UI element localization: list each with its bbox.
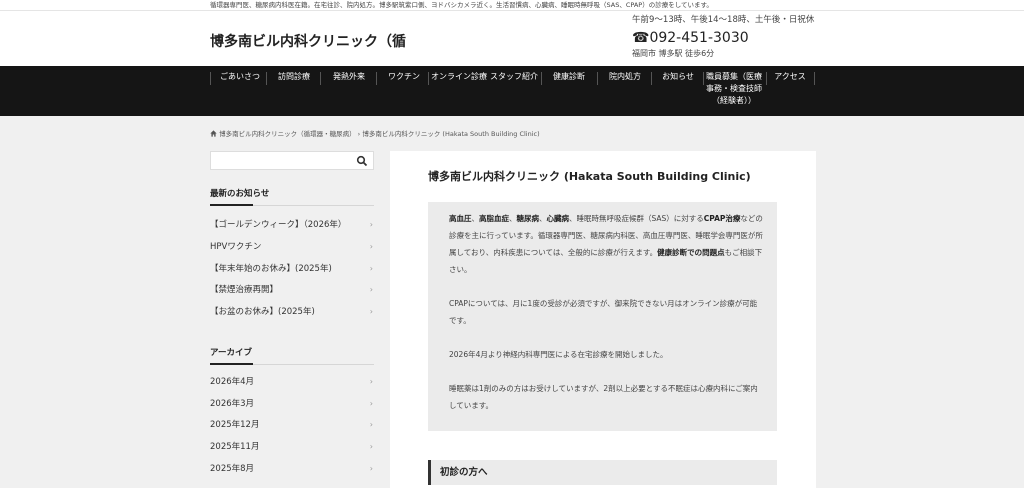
chevron-right-icon: › <box>369 242 373 251</box>
nav-divider <box>428 72 429 85</box>
archive-heading: アーカイブ <box>210 348 252 358</box>
phone-label: 092-451-3030 <box>649 30 749 46</box>
nav-item-in-house-pharmacy[interactable]: 院内処方 <box>604 71 646 83</box>
top-bar-text: 循環器専門医、糖尿病内科医在籍。在宅往診、院内処方。博多駅筑紫口側、ヨドバシカメ… <box>0 0 1024 11</box>
nav-item-fever-clinic[interactable]: 発熱外来 <box>328 71 370 83</box>
intro-text: 、 <box>539 214 547 223</box>
sidebar: 最新のお知らせ 【ゴールデンウィーク】（2026年） › HPVワクチン › 【年末… <box>210 151 374 474</box>
search-icon[interactable] <box>356 155 368 167</box>
nav-item-vaccine[interactable]: ワクチン <box>384 71 424 83</box>
nav-divider <box>266 72 267 85</box>
nav-divider <box>651 72 652 85</box>
nav-item-staff[interactable]: スタッフ紹介 <box>488 71 540 83</box>
chevron-right-icon: › <box>369 307 373 316</box>
breadcrumb-home-link[interactable]: 博多南ビル内科クリニック（循環器・糖尿病） <box>219 130 356 138</box>
intro-paragraph: 高血圧、高脂血症、糖尿病、心臓病、睡眠時無呼吸症候群（SAS）に対するCPAP治… <box>449 210 763 278</box>
news-item[interactable]: 【ゴールデンウィーク】（2026年） › <box>210 216 374 234</box>
breadcrumb: 博多南ビル内科クリニック（循環器・糖尿病） › 博多南ビル内科クリニック (Ha… <box>210 128 540 138</box>
keyword-hypertension: 高血圧 <box>449 214 472 223</box>
chevron-right-icon: › <box>369 399 373 408</box>
news-item-label: 【ゴールデンウィーク】（2026年） <box>210 220 347 230</box>
chevron-right-icon: › <box>369 264 373 273</box>
keyword-diabetes: 糖尿病 <box>516 214 540 223</box>
site-title[interactable]: 博多南ビル内科クリニック（循 <box>210 31 406 51</box>
breadcrumb-separator: › <box>357 130 361 138</box>
intro-text: 、睡眠時無呼吸症候群（SAS）に対する <box>569 214 704 223</box>
archive-item-label: 2026年4月 <box>210 377 255 387</box>
nav-item-access[interactable]: アクセス <box>770 71 810 83</box>
nav-divider <box>703 72 704 85</box>
page-title: 博多南ビル内科クリニック (Hakata South Building Clin… <box>428 170 751 183</box>
keyword-cpap: CPAP治療 <box>703 214 741 223</box>
news-item-label: HPVワクチン <box>210 242 262 252</box>
archive-item-label: 2025年12月 <box>210 420 260 430</box>
archive-item[interactable]: 2026年3月 › <box>210 395 374 413</box>
phone-icon: ☎ <box>632 30 650 46</box>
search-input[interactable] <box>210 151 374 170</box>
chevron-right-icon: › <box>369 377 373 386</box>
news-item[interactable]: 【年末年始のお休み】(2025年) › <box>210 260 374 278</box>
archive-item-label: 2025年8月 <box>210 464 255 474</box>
nav-item-greeting[interactable]: ごあいさつ <box>218 71 262 83</box>
chevron-right-icon: › <box>369 420 373 429</box>
neurology-paragraph: 2026年4月より神経内科専門医による在宅診療を開始しました。 <box>449 350 668 359</box>
archive-item-label: 2025年11月 <box>210 442 260 452</box>
chevron-right-icon: › <box>369 220 373 229</box>
nav-divider <box>541 72 542 85</box>
address: 福岡市 博多駅 徒歩6分 <box>632 49 715 58</box>
news-item-label: 【お盆のお休み】(2025年) <box>210 307 315 317</box>
nav-divider <box>766 72 767 85</box>
nav-divider <box>376 72 377 85</box>
nav-item-home-visit[interactable]: 訪問診療 <box>273 71 315 83</box>
archive-item-label: 2026年3月 <box>210 399 255 409</box>
archive-item[interactable]: 2025年8月 › <box>210 460 374 478</box>
archive-item[interactable]: 2025年11月 › <box>210 438 374 456</box>
keyword-heart-disease: 心臓病 <box>546 214 570 223</box>
intro-box: 高血圧、高脂血症、糖尿病、心臓病、睡眠時無呼吸症候群（SAS）に対するCPAP治… <box>428 202 777 431</box>
archive-item[interactable]: 2026年4月 › <box>210 373 374 391</box>
nav-divider <box>597 72 598 85</box>
intro-text: 、 <box>471 214 480 223</box>
news-item-label: 【禁煙治療再開】 <box>210 285 279 295</box>
nav-divider <box>320 72 321 85</box>
header-info: 午前9～13時、午後14～18時、土午後・日祝休 ☎092-451-3030 福… <box>632 15 814 59</box>
nav-divider <box>814 72 815 85</box>
header: 博多南ビル内科クリニック（循 午前9～13時、午後14～18時、土午後・日祝休 … <box>0 11 1024 66</box>
breadcrumb-current: 博多南ビル内科クリニック (Hakata South Building Clin… <box>362 130 540 138</box>
office-hours: 午前9～13時、午後14～18時、土午後・日祝休 <box>632 15 815 25</box>
news-heading: 最新のお知らせ <box>210 189 270 199</box>
news-item[interactable]: 【禁煙治療再開】 › <box>210 281 374 299</box>
phone-number[interactable]: ☎092-451-3030 <box>632 28 814 48</box>
first-visit-heading: 初診の方へ <box>428 460 777 485</box>
cpap-paragraph: CPAPについては、月に1度の受診が必須ですが、御来院できない月はオンライン診療… <box>449 299 758 325</box>
nav-item-recruitment[interactable]: 職員募集（医療事務・検査技師（経験者）） <box>705 71 763 107</box>
main-nav: ごあいさつ 訪問診療 発熱外来 ワクチン オンライン診療 スタッフ紹介 健康診断… <box>0 66 1024 116</box>
nav-divider <box>210 72 211 85</box>
intro-text: 、 <box>509 214 517 223</box>
news-item-label: 【年末年始のお休み】(2025年) <box>210 264 332 274</box>
nav-item-online-consultation[interactable]: オンライン診療 <box>430 71 488 83</box>
news-heading-accent <box>210 204 253 206</box>
archive-heading-accent <box>210 363 253 365</box>
chevron-right-icon: › <box>369 464 373 473</box>
keyword-checkup: 健康診断での問題点 <box>657 248 725 257</box>
nav-item-health-checkup[interactable]: 健康診断 <box>547 71 591 83</box>
home-icon <box>210 130 217 137</box>
news-item[interactable]: HPVワクチン › <box>210 238 374 256</box>
keyword-hyperlipidemia: 高脂血症 <box>479 214 509 223</box>
main-content: 博多南ビル内科クリニック (Hakata South Building Clin… <box>390 151 816 488</box>
archive-item[interactable]: 2025年12月 › <box>210 416 374 434</box>
sleep-medication-paragraph: 睡眠薬は1剤のみの方はお受けしていますが、2剤以上必要とする不眠症は心療内科にご… <box>449 384 758 410</box>
news-item[interactable]: 【お盆のお休み】(2025年) › <box>210 303 374 321</box>
nav-item-news[interactable]: お知らせ <box>657 71 699 83</box>
chevron-right-icon: › <box>369 442 373 451</box>
chevron-right-icon: › <box>369 285 373 294</box>
